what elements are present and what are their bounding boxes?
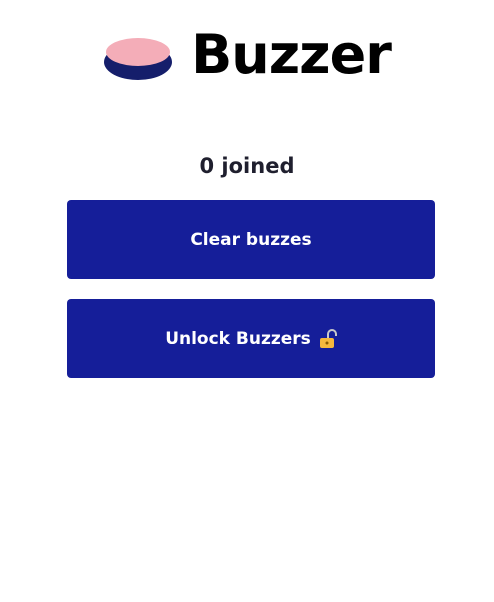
unlock-buzzers-button[interactable]: Unlock Buzzers [67,299,435,378]
unlocked-padlock-icon [319,328,337,348]
app-title: Buzzer [191,23,392,86]
app-logo: Buzzer [0,25,494,85]
page: Buzzer 0 joined Clear buzzes Unlock Buzz… [0,0,494,602]
unlock-buzzers-label: Unlock Buzzers [165,328,311,349]
clear-buzzes-button[interactable]: Clear buzzes [67,200,435,279]
buzzer-button-icon [104,38,173,80]
clear-buzzes-label: Clear buzzes [190,229,312,250]
joined-count: 0 joined [199,154,295,178]
